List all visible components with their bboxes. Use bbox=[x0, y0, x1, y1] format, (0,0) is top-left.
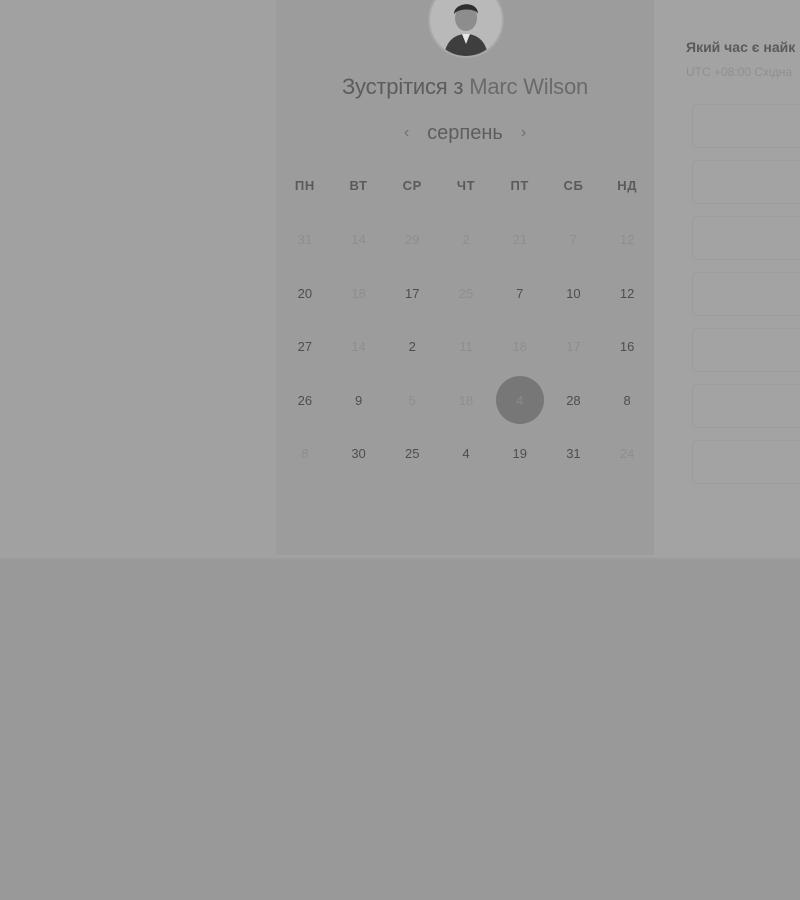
day-number: 2 bbox=[408, 339, 416, 355]
day-number: 30 bbox=[351, 446, 366, 462]
day-number: 8 bbox=[623, 392, 631, 408]
calendar-day: 2 bbox=[439, 213, 493, 267]
day-number: 12 bbox=[619, 285, 635, 301]
day-number: 8 bbox=[301, 446, 309, 462]
calendar-day[interactable]: 2 bbox=[385, 320, 439, 374]
day-number: 21 bbox=[512, 232, 527, 248]
time-slot[interactable] bbox=[692, 216, 800, 260]
calendar-day: 14 bbox=[332, 320, 386, 374]
calendar-day[interactable]: 4 bbox=[439, 427, 493, 481]
day-number: 7 bbox=[569, 232, 578, 248]
calendar-day[interactable]: 16 bbox=[600, 320, 654, 374]
day-number: 25 bbox=[458, 285, 474, 301]
day-number: 29 bbox=[405, 232, 420, 248]
calendar-day: 18 bbox=[493, 320, 547, 374]
day-number: 14 bbox=[351, 232, 366, 248]
day-number: 18 bbox=[351, 285, 366, 301]
weekday-label: ЧТ bbox=[456, 178, 476, 193]
day-number: 28 bbox=[566, 392, 581, 408]
calendar-day: 14 bbox=[332, 213, 386, 267]
time-slot[interactable] bbox=[692, 104, 800, 148]
day-number: 12 bbox=[619, 232, 635, 248]
weekday-label: СР bbox=[402, 178, 422, 193]
day-number: 18 bbox=[512, 339, 527, 355]
calendar-day: 29 bbox=[385, 213, 439, 267]
calendar-day[interactable]: 30 bbox=[332, 427, 386, 481]
time-slot[interactable] bbox=[692, 272, 800, 316]
time-slot[interactable] bbox=[692, 328, 800, 372]
calendar-day[interactable]: 27 bbox=[278, 320, 332, 374]
chevron-left-icon[interactable]: ‹ bbox=[400, 124, 413, 142]
day-number: 18 bbox=[458, 392, 474, 408]
chevron-right-icon[interactable]: › bbox=[517, 124, 530, 142]
day-number: 17 bbox=[566, 339, 581, 355]
day-number: 31 bbox=[297, 232, 313, 248]
weekday-label: ПН bbox=[294, 178, 315, 193]
page-divider bbox=[0, 558, 800, 561]
calendar-day: 5 bbox=[385, 374, 439, 428]
calendar-day[interactable]: 10 bbox=[547, 267, 601, 321]
time-slot[interactable] bbox=[692, 384, 800, 428]
calendar-day[interactable]: 31 bbox=[547, 427, 601, 481]
calendar-day[interactable]: 7 bbox=[493, 267, 547, 321]
weekday-label: СБ bbox=[563, 178, 584, 193]
day-number: 11 bbox=[459, 339, 473, 355]
title-prefix: Зустрітися з bbox=[341, 74, 464, 99]
calendar-day[interactable]: 26 bbox=[278, 374, 332, 428]
day-number: 14 bbox=[351, 339, 366, 355]
time-panel-heading: Який час є найк bbox=[686, 39, 796, 55]
day-number: 4 bbox=[462, 446, 470, 462]
day-number: 4 bbox=[516, 392, 524, 408]
day-number: 10 bbox=[566, 285, 581, 301]
time-slot[interactable] bbox=[692, 440, 800, 484]
time-selection-panel: Який час є найк UTC +08:00 Східна bbox=[654, 0, 800, 558]
weekday-label: НД bbox=[617, 178, 638, 193]
calendar-day: 31 bbox=[278, 213, 332, 267]
calendar-day: 12 bbox=[600, 213, 654, 267]
month-label: серпень bbox=[427, 121, 503, 144]
calendar-day: 11 bbox=[439, 320, 493, 374]
booking-title: Зустрітися з Marc Wilson bbox=[276, 74, 654, 100]
calendar-day[interactable]: 17 bbox=[385, 267, 439, 321]
calendar-day[interactable]: 12 bbox=[600, 267, 654, 321]
weekday-header: ПН ВТ СР ЧТ ПТ СБ НД bbox=[278, 178, 654, 193]
calendar-day[interactable]: 20 bbox=[278, 267, 332, 321]
day-number: 9 bbox=[354, 392, 363, 408]
day-number: 20 bbox=[297, 285, 313, 301]
calendar-day: 17 bbox=[547, 320, 601, 374]
left-panel bbox=[0, 0, 276, 558]
host-name: Marc Wilson bbox=[469, 74, 589, 99]
day-number: 26 bbox=[297, 392, 313, 408]
weekday-label: ПТ bbox=[510, 178, 529, 193]
calendar-day[interactable]: 8 bbox=[600, 374, 654, 428]
calendar-day[interactable]: 19 bbox=[493, 427, 547, 481]
calendar-day: 7 bbox=[547, 213, 601, 267]
calendar-day[interactable]: 25 bbox=[385, 427, 439, 481]
calendar-day: 24 bbox=[600, 427, 654, 481]
time-slot[interactable] bbox=[692, 160, 800, 204]
day-number: 17 bbox=[405, 285, 420, 301]
calendar-day[interactable]: 9 bbox=[332, 374, 386, 428]
calendar-day: 8 bbox=[278, 427, 332, 481]
calendar-day[interactable]: 28 bbox=[547, 374, 601, 428]
month-navigation: ‹ серпень › bbox=[276, 118, 654, 148]
weekday-label: ВТ bbox=[349, 178, 368, 193]
day-number: 25 bbox=[405, 446, 420, 462]
day-number: 19 bbox=[512, 446, 527, 462]
day-number: 7 bbox=[516, 285, 524, 301]
calendar-day: 25 bbox=[439, 267, 493, 321]
day-number: 24 bbox=[619, 446, 635, 462]
calendar-day: 18 bbox=[439, 374, 493, 428]
day-number: 2 bbox=[462, 232, 470, 248]
calendar-day: 21 bbox=[493, 213, 547, 267]
day-number: 31 bbox=[566, 446, 581, 462]
day-number: 27 bbox=[297, 339, 313, 355]
calendar-day: 18 bbox=[332, 267, 386, 321]
calendar-day-selected[interactable]: 4 bbox=[493, 374, 547, 428]
day-number: 5 bbox=[408, 392, 416, 408]
timezone-label[interactable]: UTC +08:00 Східна bbox=[686, 65, 792, 79]
calendar-grid: 31 14 29 2 21 7 12 20 18 17 25 7 10 12 27 14 2 11 18 17 16 26… bbox=[278, 213, 654, 481]
day-number: 16 bbox=[619, 339, 635, 355]
